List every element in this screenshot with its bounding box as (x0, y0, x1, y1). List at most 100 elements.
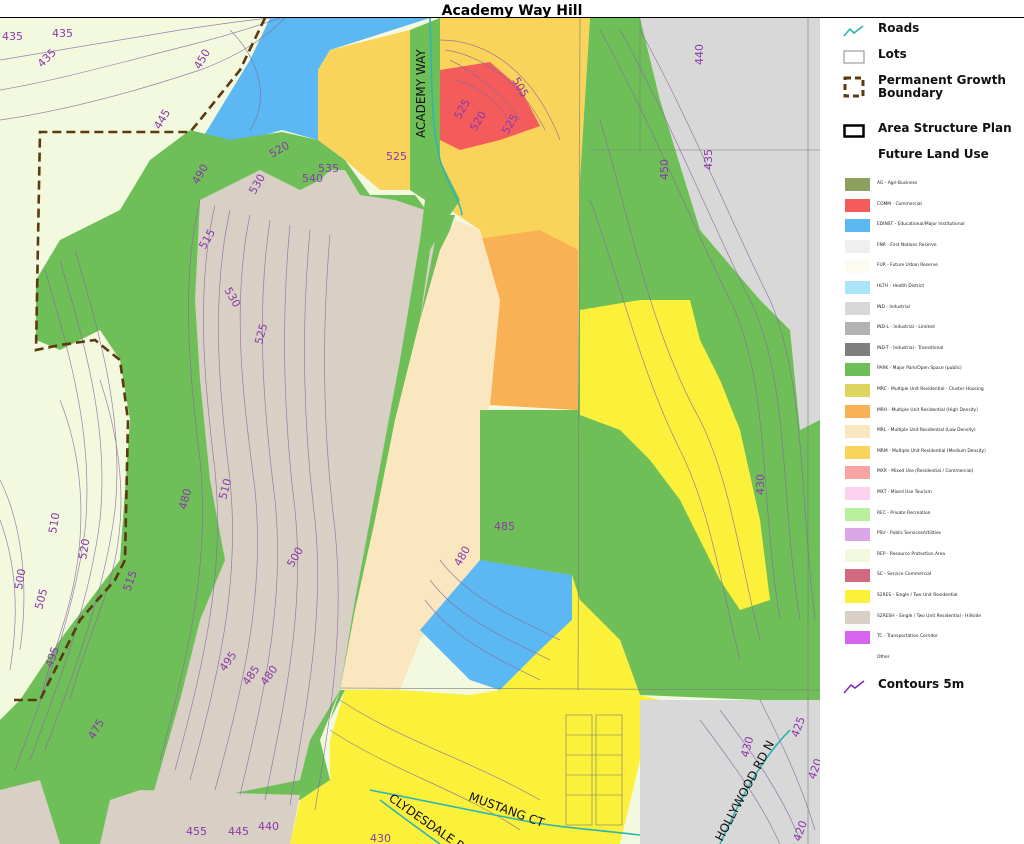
land-use-legend-item: IND-L - Industrial - Limited (845, 322, 1024, 336)
contour-label: 430 (370, 832, 391, 844)
legend-lots-label: Lots (878, 47, 907, 61)
land-use-legend-item: FNR - First Nations Reserve (845, 239, 1024, 254)
land-use-label: S2RESH - Single / Two Unit Residential -… (877, 613, 982, 619)
contours-icon (843, 680, 865, 694)
land-use-label: REC - Private Recreation (877, 510, 931, 516)
land-use-label: IND - Industrial (877, 304, 910, 310)
land-use-legend-item: MRM - Multiple Unit Residential (Medium … (845, 445, 1024, 460)
map-title-bar: Academy Way Hill (0, 0, 1024, 19)
land-use-swatch (845, 239, 870, 253)
land-use-swatch (845, 281, 870, 294)
land-use-label: MXT - Mixed Use Tourism (877, 490, 932, 495)
legend-asp-label: Area Structure Plan (878, 121, 1012, 135)
contour-label: 435 (52, 27, 73, 40)
land-use-label: Other (877, 654, 890, 660)
land-use-legend-item: TC - Transportation Corridor (845, 631, 1024, 645)
land-use-label: MRM - Multiple Unit Residential (Medium … (877, 448, 986, 454)
land-use-swatch (845, 178, 870, 191)
land-use-legend-item: REC - Private Recreation (845, 507, 1024, 522)
land-use-legend-item: MRC - Multiple Unit Residential - Cluste… (845, 384, 1024, 398)
land-use-legend-item: S2RESH - Single / Two Unit Residential -… (845, 610, 1024, 625)
land-use-legend-item: PARK - Major Park/Open Space (public) (845, 363, 1024, 377)
land-use-swatch (845, 528, 870, 542)
contour-label: 445 (228, 825, 249, 838)
land-use-swatch (845, 507, 870, 521)
legend-pgb: Permanent Growth Boundary (821, 74, 1024, 104)
legend-roads-label: Roads (878, 21, 920, 35)
land-use-legend-item: MXR - Mixed Use (Residential / Commercia… (845, 466, 1024, 480)
land-use-label: SC - Service Commercial (877, 572, 932, 578)
land-use-legend-item: PSU - Public Services/Utilities (845, 528, 1024, 542)
land-use-swatch (845, 487, 870, 500)
land-use-swatch (845, 631, 870, 645)
legend-flu-heading-label: Future Land Use (878, 147, 989, 161)
land-use-swatch (845, 548, 870, 562)
contour-label: 440 (258, 820, 279, 833)
land-use-label: MXR - Mixed Use (Residential / Commercia… (877, 469, 974, 475)
growth-boundary-icon (843, 76, 865, 98)
land-use-swatch (845, 342, 870, 356)
land-use-swatch (845, 384, 870, 397)
legend-pgb-label: Permanent Growth Boundary (878, 73, 1006, 100)
land-use-swatch (845, 198, 870, 212)
land-use-swatch (845, 260, 870, 274)
map-canvas[interactable]: 435 435 450 445 435 490 520 540 535 530 … (0, 18, 820, 844)
land-use-swatch (845, 219, 870, 233)
land-use-swatch (845, 322, 870, 336)
land-use-label: TC - Transportation Corridor (877, 634, 938, 640)
contour-label: 440 (693, 44, 706, 65)
land-use-swatch (845, 466, 870, 480)
contour-label: 435 (702, 149, 715, 170)
land-use-swatch (845, 590, 870, 603)
land-use-label: AG - Agri-Business (877, 181, 918, 186)
area-structure-plan-icon (843, 124, 865, 138)
land-use-legend-item: EDINST - Educational/Major Institutional (845, 219, 1024, 233)
land-use-swatch (845, 404, 870, 418)
land-use-label: PSU - Public Services/Utilities (877, 531, 941, 537)
land-use-label: MRH - Multiple Unit Residential (High De… (877, 407, 978, 413)
roads-icon (843, 25, 864, 37)
contour-label: 450 (658, 159, 671, 180)
land-use-swatch (845, 610, 870, 624)
road-label-academy-way: ACADEMY WAY (414, 49, 428, 138)
land-use-label: FUR - Future Urban Reserve (877, 263, 938, 269)
land-use-legend-item: AG - Agri-Business (845, 178, 1024, 192)
land-use-legend-item: MRL - Multiple Unit Residential (Low Den… (845, 425, 1024, 439)
land-use-legend-item: IND-T - Industrial - Transitional (845, 342, 1024, 357)
land-use-legend-item: REP - Resource Protection Area (845, 548, 1024, 563)
land-use-legend-item: HLTH - Health District (845, 281, 1024, 295)
land-use-legend-item: COMM - Commercial (845, 198, 1024, 213)
land-use-label: COMM - Commercial (877, 201, 922, 207)
land-use-swatch (845, 651, 870, 665)
contour-label: 525 (386, 150, 407, 163)
land-use-legend-item: MRH - Multiple Unit Residential (High De… (845, 404, 1024, 419)
legend-contours-label: Contours 5m (878, 677, 965, 691)
contour-label: 430 (754, 474, 767, 495)
land-use-label: PARK - Major Park/Open Space (public) (877, 366, 962, 372)
land-use-swatch (845, 301, 870, 315)
land-use-legend-item: IND - Industrial (845, 301, 1024, 316)
legend-roads: Roads (821, 22, 1024, 42)
map-title: Academy Way Hill (441, 3, 583, 19)
land-use-label: IND-L - Industrial - Limited (877, 325, 935, 331)
contour-label: 435 (2, 30, 23, 43)
legend-contours: Contours 5m (821, 678, 1024, 698)
land-use-label: MRL - Multiple Unit Residential (Low Den… (877, 428, 976, 434)
map-view[interactable]: 435 435 450 445 435 490 520 540 535 530 … (0, 18, 820, 844)
land-use-label: REP - Resource Protection Area (877, 551, 946, 557)
land-use-label: IND-T - Industrial - Transitional (877, 345, 944, 351)
legend-flu-heading: Future Land Use (821, 148, 1024, 168)
land-use-label: FNR - First Nations Reserve (877, 242, 937, 248)
land-use-label: MRC - Multiple Unit Residential - Cluste… (877, 387, 984, 392)
land-use-swatch (845, 363, 870, 377)
land-use-swatch (845, 445, 870, 459)
land-use-legend-item: S2RES - Single / Two Unit Residential (845, 590, 1024, 604)
land-use-label: EDINST - Educational/Major Institutional (877, 222, 965, 228)
lots-icon (843, 50, 865, 64)
land-use-legend-item: Other (845, 651, 1024, 666)
land-use-swatch (845, 569, 870, 583)
contour-label: 535 (318, 162, 339, 175)
land-use-label: HLTH - Health District (877, 284, 925, 289)
contour-label: 455 (186, 825, 207, 838)
land-use-swatch (845, 425, 870, 439)
